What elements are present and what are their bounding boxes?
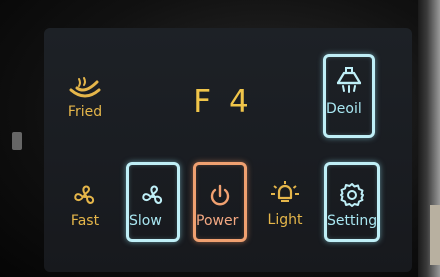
power-label: Power [196,213,239,229]
wall-edge [430,205,440,265]
deoil-button[interactable]: Deoil [323,54,375,138]
fast-label: Fast [70,213,100,229]
fried-pan-icon [69,77,101,98]
light-bulb-icon [271,181,299,202]
deoil-label: Deoil [326,101,362,117]
fan-icon [142,185,163,205]
side-label-mark [12,132,22,150]
power-icon [210,184,230,206]
light-label: Light [267,212,303,228]
gear-icon [340,183,364,207]
fan-icon [74,185,95,205]
range-hood-icon [336,67,362,93]
setting-label: Setting [327,213,378,229]
slow-label: Slow [129,213,162,229]
power-button[interactable]: Power [193,162,247,242]
setting-button[interactable]: Setting [324,162,380,242]
status-code-display: F 4 [193,84,253,120]
fast-button[interactable]: Fast [62,183,108,229]
light-button[interactable]: Light [262,180,308,228]
slow-button[interactable]: Slow [126,162,180,242]
fried-label: Fried [67,104,103,120]
fried-button[interactable]: Fried [62,76,108,120]
